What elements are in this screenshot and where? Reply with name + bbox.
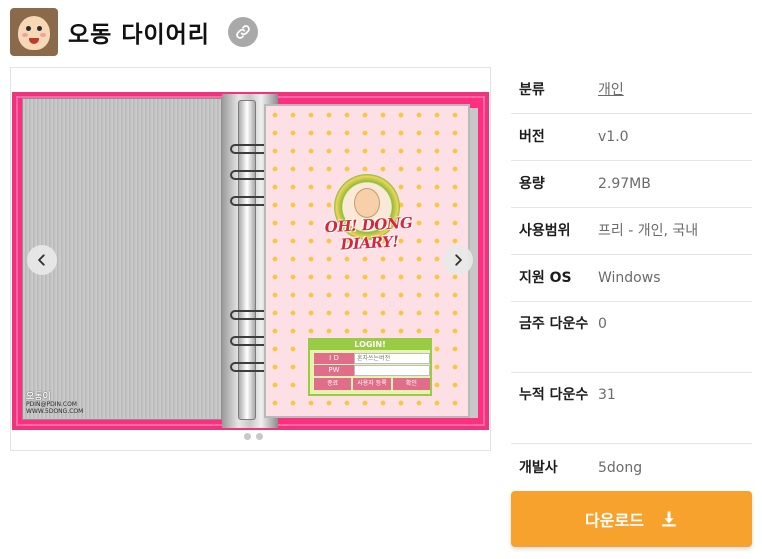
app-info-table: 분류 개인 버전 v1.0 용량 2.97MB 사용범위 프리 - 개인, 국내… [511, 67, 752, 491]
info-key-developer: 개발사 [519, 459, 558, 476]
info-row-license: 사용범위 프리 - 개인, 국내 [511, 208, 752, 255]
login-pw-label: PW [314, 365, 354, 376]
info-key-license: 사용범위 [519, 223, 571, 239]
login-ok-button: 확인 [392, 378, 430, 390]
info-value-developer: 5dong [598, 459, 643, 476]
info-key-category: 분류 [519, 82, 545, 98]
login-exit-button: 종료 [314, 378, 352, 390]
login-panel: LOGIN! I D 혼자쓰는버전 PW 종료 사용자 등록 확인 [308, 338, 432, 396]
info-key-size: 용량 [519, 176, 545, 192]
footer-email: PDIN@PDIN.COM [26, 401, 77, 408]
info-key-os: 지원 OS [519, 270, 572, 286]
info-row-total-downloads: 누적 다운수 31 [511, 373, 752, 444]
login-id-label: I D [314, 353, 354, 364]
info-key-total-downloads: 누적 다운수 [519, 387, 589, 403]
login-pw-field [354, 365, 430, 376]
info-key-weekly-downloads: 금주 다운수 [519, 316, 589, 332]
diary-footer-mark: 오동이 PDIN@PDIN.COM WWW.5DONG.COM [26, 393, 84, 416]
info-value-os: Windows [598, 270, 661, 286]
info-value-category-link[interactable]: 개인 [598, 78, 752, 102]
login-title: LOGIN! [310, 340, 430, 350]
info-row-weekly-downloads: 금주 다운수 0 [511, 302, 752, 373]
login-id-field: 혼자쓰는버전 [354, 353, 430, 364]
carousel-next-button[interactable] [443, 245, 473, 275]
info-row-category: 분류 개인 [511, 67, 752, 114]
link-icon [236, 25, 250, 39]
footer-url: WWW.5DONG.COM [26, 408, 84, 415]
info-value-version: v1.0 [598, 129, 629, 145]
info-key-version: 버전 [519, 129, 545, 145]
download-button[interactable]: 다운로드 [511, 491, 752, 547]
diary-logo: OH! DONG DIARY! [324, 213, 413, 254]
app-icon [10, 8, 58, 56]
info-row-developer: 개발사 5dong [511, 444, 752, 491]
info-value-size: 2.97MB [598, 176, 651, 192]
screenshot-carousel: OH! DONG DIARY! LOGIN! I D 혼자쓰는버전 PW 종료 … [10, 67, 491, 451]
screenshot-image: OH! DONG DIARY! LOGIN! I D 혼자쓰는버전 PW 종료 … [12, 92, 489, 430]
info-row-os: 지원 OS Windows [511, 255, 752, 302]
download-label: 다운로드 [585, 511, 644, 530]
copy-link-button[interactable] [227, 17, 258, 47]
info-value-weekly-downloads: 0 [598, 316, 607, 332]
carousel-dot-2[interactable] [256, 433, 263, 440]
chevron-left-icon [38, 254, 45, 266]
info-row-version: 버전 v1.0 [511, 114, 752, 161]
app-header: 오동 다이어리 [10, 8, 258, 56]
info-value-total-downloads: 31 [598, 387, 616, 403]
info-row-size: 용량 2.97MB [511, 161, 752, 208]
info-value-license: 프리 - 개인, 국내 [598, 223, 699, 239]
app-title: 오동 다이어리 [68, 22, 210, 48]
download-icon [660, 510, 678, 528]
carousel-dot-1[interactable] [244, 433, 251, 440]
carousel-prev-button[interactable] [27, 245, 57, 275]
carousel-dots [244, 433, 263, 440]
login-register-button: 사용자 등록 [353, 378, 391, 390]
chevron-right-icon [455, 254, 462, 266]
